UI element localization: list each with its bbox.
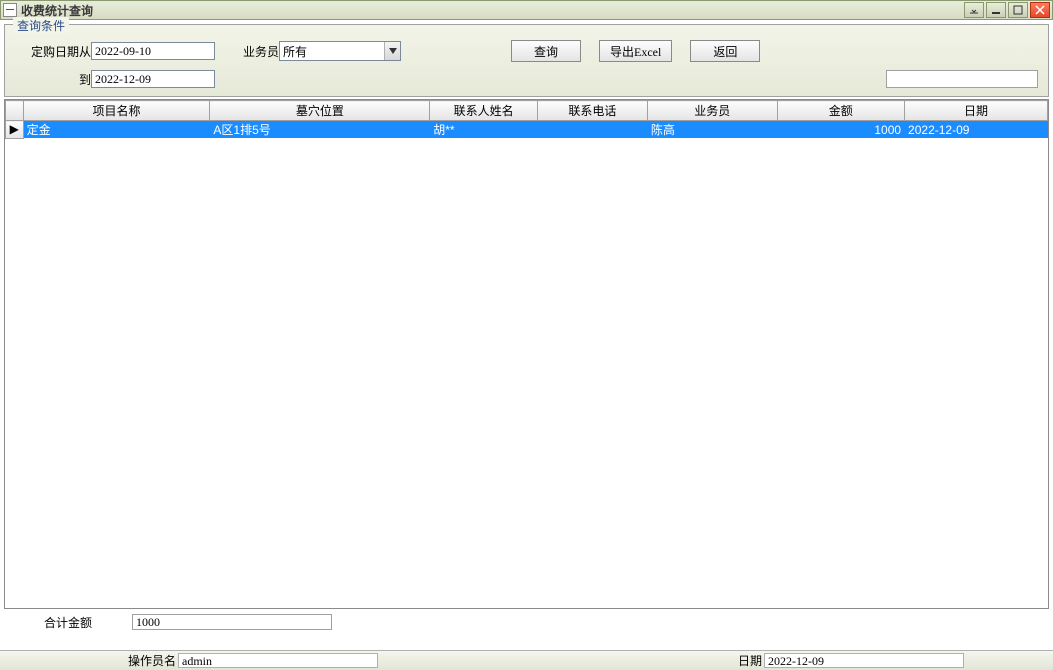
close-button[interactable]: [1030, 2, 1050, 18]
sales-combo[interactable]: [279, 41, 401, 61]
cell-contact-phone: [537, 121, 647, 139]
statusbar: 操作员名 admin 日期 2022-12-09: [0, 650, 1053, 670]
results-grid: 项目名称 墓穴位置 联系人姓名 联系电话 业务员 金额 日期 ▶ 定金 A区1排…: [4, 99, 1049, 609]
grid-empty-area: [5, 139, 1048, 609]
titlebar: 收费统计查询: [0, 0, 1053, 20]
cell-amount: 1000: [777, 121, 905, 139]
cell-sales: 陈高: [647, 121, 777, 139]
export-excel-button[interactable]: 导出Excel: [599, 40, 672, 62]
col-date[interactable]: 日期: [905, 101, 1048, 121]
cell-date: 2022-12-09: [905, 121, 1048, 139]
query-button[interactable]: 查询: [511, 40, 581, 62]
maximize-button[interactable]: [1008, 2, 1028, 18]
table-header-row: 项目名称 墓穴位置 联系人姓名 联系电话 业务员 金额 日期: [6, 101, 1048, 121]
back-button[interactable]: 返回: [690, 40, 760, 62]
statusbar-date-label: 日期: [738, 652, 762, 669]
total-amount-label: 合计金额: [4, 614, 132, 631]
col-project[interactable]: 项目名称: [23, 101, 210, 121]
filter-extra-input[interactable]: [886, 70, 1038, 88]
col-position[interactable]: 墓穴位置: [210, 101, 430, 121]
col-contact-name[interactable]: 联系人姓名: [430, 101, 538, 121]
chevron-down-icon[interactable]: [384, 42, 400, 60]
query-conditions-panel: 查询条件 定购日期从 业务员 查询 导出Excel 返回 到: [4, 24, 1049, 97]
date-to-label: 到: [13, 71, 91, 88]
results-table: 项目名称 墓穴位置 联系人姓名 联系电话 业务员 金额 日期 ▶ 定金 A区1排…: [5, 100, 1048, 139]
query-legend: 查询条件: [13, 17, 69, 34]
minimize-to-tray-button[interactable]: [964, 2, 984, 18]
row-header-corner: [6, 101, 24, 121]
cell-contact-name: 胡**: [430, 121, 538, 139]
total-amount-value: 1000: [132, 614, 332, 630]
statusbar-date-value: 2022-12-09: [764, 653, 964, 668]
col-sales[interactable]: 业务员: [647, 101, 777, 121]
col-amount[interactable]: 金额: [777, 101, 905, 121]
row-indicator-icon: ▶: [6, 121, 24, 139]
date-from-label: 定购日期从: [13, 43, 91, 60]
sales-label: 业务员: [233, 43, 279, 60]
operator-value: admin: [178, 653, 378, 668]
sales-combo-input[interactable]: [280, 42, 384, 60]
summary-bar: 合计金额 1000: [4, 613, 1049, 631]
cell-project: 定金: [23, 121, 210, 139]
date-from-input[interactable]: [91, 42, 215, 60]
table-row[interactable]: ▶ 定金 A区1排5号 胡** 陈高 1000 2022-12-09: [6, 121, 1048, 139]
cell-position: A区1排5号: [210, 121, 430, 139]
system-menu-icon[interactable]: [3, 3, 17, 17]
minimize-button[interactable]: [986, 2, 1006, 18]
date-to-input[interactable]: [91, 70, 215, 88]
col-contact-phone[interactable]: 联系电话: [537, 101, 647, 121]
window-title: 收费统计查询: [21, 2, 964, 19]
operator-label: 操作员名: [128, 652, 176, 669]
